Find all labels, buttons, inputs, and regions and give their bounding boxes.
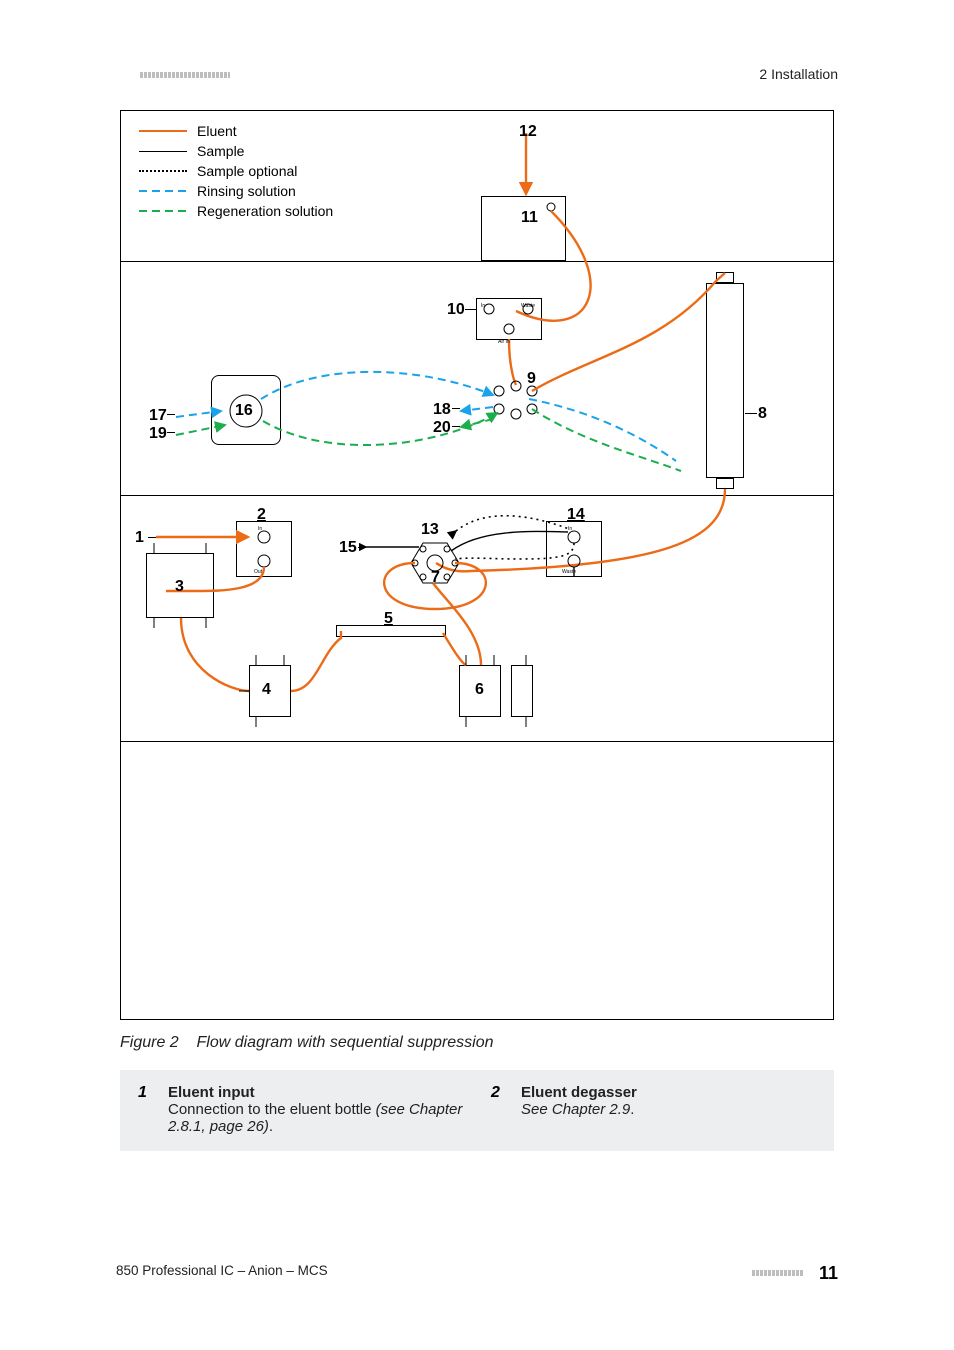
callout-7: 7 xyxy=(431,569,440,587)
leader xyxy=(358,547,366,548)
divider xyxy=(121,741,833,742)
leader xyxy=(452,426,460,427)
callout-8: 8 xyxy=(758,405,767,423)
legend-label: Regeneration solution xyxy=(197,201,333,222)
footer-ornament xyxy=(752,1270,804,1276)
callout-13: 13 xyxy=(421,521,439,539)
callout-4: 4 xyxy=(262,681,271,699)
legend-label: Eluent xyxy=(197,121,237,142)
footer-doc-title: 850 Professional IC – Anion – MCS xyxy=(116,1263,328,1278)
legend-text-italic: See Chapter 2.9 xyxy=(521,1101,630,1118)
figure-frame: Eluent Sample Sample optional Rinsing so… xyxy=(120,110,834,1020)
caption-label: Figure 2 xyxy=(120,1034,179,1051)
callout-11: 11 xyxy=(521,209,538,227)
legend-text: Connection to the eluent bottle xyxy=(168,1101,376,1118)
legend-title-1: Eluent input xyxy=(168,1084,463,1101)
callout-2: 2 xyxy=(257,506,266,524)
legend-body-2: See Chapter 2.9. xyxy=(521,1101,637,1118)
flow-svg: In Out In Waste In Waste Air In xyxy=(121,111,835,1021)
legend-body-1: Connection to the eluent bottle (see Cha… xyxy=(168,1101,463,1135)
box-column-cap xyxy=(716,272,734,283)
callout-14: 14 xyxy=(567,506,585,524)
leader xyxy=(452,408,460,409)
box-column-8 xyxy=(706,283,744,478)
box-eluent-reservoir xyxy=(481,196,566,261)
box-pump-6b xyxy=(511,665,533,717)
callout-1: 1 xyxy=(135,529,144,547)
legend-label: Rinsing solution xyxy=(197,181,296,202)
callout-18: 18 xyxy=(433,401,451,419)
callout-legend: 1 Eluent input Connection to the eluent … xyxy=(120,1070,834,1151)
legend-num-2: 2 xyxy=(491,1084,507,1135)
divider xyxy=(121,261,833,262)
legend-swatch-sample-opt xyxy=(139,170,187,172)
box-degasser-14 xyxy=(546,521,602,577)
caption-text: Flow diagram with sequential suppression xyxy=(196,1034,493,1051)
figure-caption: Figure 2 Flow diagram with sequential su… xyxy=(120,1034,494,1052)
footer-page-number: 11 xyxy=(819,1263,838,1284)
leader xyxy=(745,413,757,414)
legend-num-1: 1 xyxy=(138,1084,154,1135)
legend-swatch-sample xyxy=(139,151,187,152)
flow-legend: Eluent Sample Sample optional Rinsing so… xyxy=(139,121,333,221)
callout-3: 3 xyxy=(175,578,184,596)
legend-swatch-eluent xyxy=(139,130,187,132)
box-column-cap xyxy=(716,478,734,489)
header-section: 2 Installation xyxy=(759,66,838,82)
leader xyxy=(465,309,477,310)
callout-17: 17 xyxy=(149,407,167,425)
legend-text: . xyxy=(630,1101,634,1118)
callout-9: 9 xyxy=(527,370,536,388)
legend-title-2: Eluent degasser xyxy=(521,1084,637,1101)
legend-swatch-rinsing xyxy=(139,190,187,192)
leader xyxy=(148,537,156,538)
leader xyxy=(167,414,175,415)
box-detector-10 xyxy=(476,298,542,340)
callout-6: 6 xyxy=(475,681,484,699)
box-degasser-2 xyxy=(236,521,292,577)
header-ornament xyxy=(140,72,230,78)
callout-10: 10 xyxy=(447,301,465,319)
callout-12: 12 xyxy=(519,123,537,141)
callout-19: 19 xyxy=(149,425,167,443)
callout-5: 5 xyxy=(384,610,393,628)
legend-text: . xyxy=(269,1118,273,1135)
callout-15: 15 xyxy=(339,539,357,557)
legend-label: Sample optional xyxy=(197,161,297,182)
legend-swatch-regen xyxy=(139,210,187,212)
callout-20: 20 xyxy=(433,419,451,437)
divider xyxy=(121,495,833,496)
legend-label: Sample xyxy=(197,141,244,162)
leader xyxy=(167,432,175,433)
callout-16: 16 xyxy=(235,402,253,420)
